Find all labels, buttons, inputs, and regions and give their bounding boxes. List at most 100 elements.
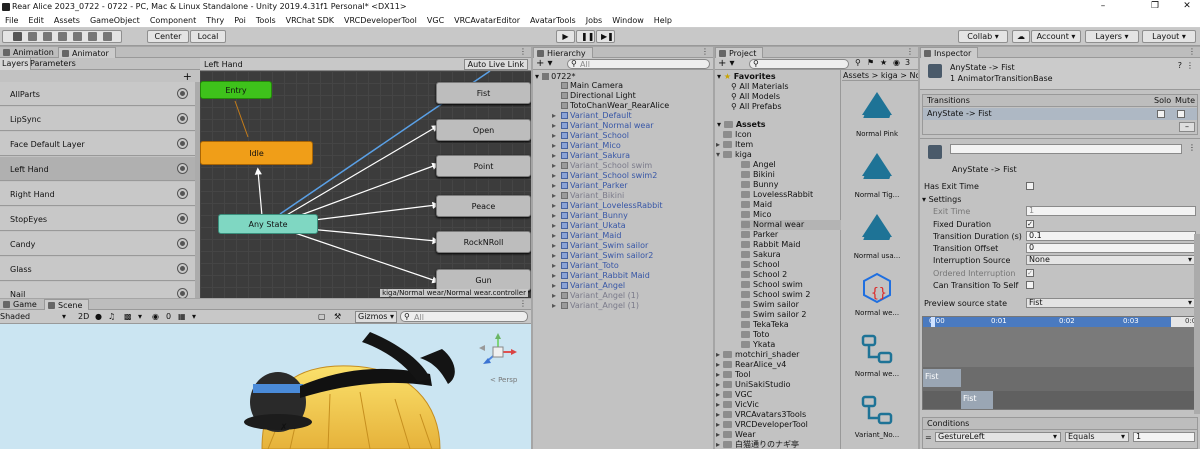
folder-item[interactable]: ▸ VRCAvatars3Tools [716,410,806,420]
hierarchy-item[interactable]: ▸ Variant_School swim2 [552,171,657,181]
expand-arrow-icon[interactable]: ▸ [552,201,556,211]
tab-hierarchy[interactable]: Hierarchy [533,47,593,58]
hand-tool-icon[interactable] [12,32,22,41]
transform-tool-icon[interactable] [87,32,97,41]
hierarchy-item[interactable]: ▸ Variant_School swim [552,161,652,171]
condition-value-field[interactable]: 1 [1133,432,1195,442]
close-icon[interactable]: ✕ [1180,1,1194,11]
folder-item[interactable]: ▸ Wear [716,430,756,440]
expand-arrow-icon[interactable]: ▸ [552,251,556,261]
breadcrumb-assets[interactable]: Assets [843,71,869,80]
menu-item[interactable]: Assets [49,14,85,28]
hierarchy-item[interactable]: ▸ Variant_Angel (1) [552,291,639,301]
tab-animation[interactable]: Animation [0,47,60,58]
menu-item[interactable]: VRCDeveloperTool [339,14,422,28]
source-clip[interactable]: Fist [923,369,961,387]
fixed-duration-checkbox[interactable]: ✓ [1026,220,1034,228]
expand-arrow-icon[interactable]: ▸ [552,151,556,161]
folder-item[interactable]: Angel [741,160,776,170]
folder-item[interactable]: Mico [741,210,771,220]
transition-row[interactable]: AnyState -> Fist [923,108,1197,120]
hierarchy-item[interactable]: ▸ Variant_Maid [552,231,621,241]
gear-icon[interactable] [178,214,187,223]
menu-item[interactable]: Window [607,14,649,28]
pause-button[interactable]: ❚❚ [576,30,595,43]
expand-arrow-icon[interactable]: ▸ [552,171,556,181]
menu-item[interactable]: Jobs [581,14,608,28]
filter-type-icon[interactable]: ⚲ [855,58,861,67]
settings-foldout[interactable]: ▾ Settings [922,195,961,204]
hierarchy-item[interactable]: ▸ Variant_Ukata [552,221,626,231]
hierarchy-item[interactable]: ▸ Variant_Default [552,111,632,121]
folder-item[interactable]: School 2 [741,270,787,280]
has-exit-time-checkbox[interactable] [1026,182,1034,190]
state-open[interactable]: Open [436,119,531,141]
folder-item[interactable]: Parker [741,230,778,240]
menu-item[interactable]: Help [649,14,677,28]
entry-idle-transition[interactable] [234,100,249,138]
folder-item[interactable]: Bikini [741,170,775,180]
project-menu-icon[interactable]: ⋮ [906,47,914,56]
expand-arrow-icon[interactable]: ▸ [552,261,556,271]
exit-time-field[interactable]: 1 [1026,206,1196,216]
gear-icon[interactable] [178,114,187,123]
solo-checkbox[interactable] [1157,110,1165,118]
folder-item[interactable]: Sakura [741,250,781,260]
hierarchy-search[interactable]: ⚲ All [567,59,710,69]
state-rocknroll[interactable]: RockNRoll [436,231,531,253]
folder-item[interactable]: TekaTeka [741,320,789,330]
expand-arrow-icon[interactable]: ▸ [552,271,556,281]
expand-arrow-icon[interactable]: ▸ [552,291,556,301]
graph-breadcrumb[interactable]: Left Hand [204,60,243,69]
asset-tile[interactable]: {} Normal we... [845,271,909,317]
menu-item[interactable]: AvatarTools [525,14,581,28]
scene-gizmo[interactable] [478,332,518,372]
menu-item[interactable]: Tools [251,14,281,28]
layer-row[interactable]: Glass [0,257,196,281]
menu-item[interactable]: VRCAvatarEditor [449,14,525,28]
expand-arrow-icon[interactable]: ▸ [552,161,556,171]
folder-item[interactable]: ▸ VGC [716,390,752,400]
hierarchy-item[interactable]: ▸ Variant_Angel [552,281,625,291]
hierarchy-item[interactable]: TotoChanWear_RearAlice [561,101,669,111]
expand-arrow-icon[interactable]: ▸ [552,141,556,151]
hierarchy-item[interactable]: Directional Light [561,91,636,101]
move-tool-icon[interactable] [27,32,37,41]
layer-row[interactable]: Face Default Layer [0,132,196,156]
asset-tile[interactable]: Normal Pink [845,88,909,138]
mute-checkbox[interactable] [1177,110,1185,118]
asset-tile[interactable]: Normal usa... [845,210,909,260]
layer-row[interactable]: LipSync [0,107,196,131]
persp-label[interactable]: < Persp [490,376,517,384]
folder-item[interactable]: Icon [723,130,752,140]
state-entry[interactable]: Entry [200,81,272,99]
transition-offset-field[interactable]: 0 [1026,243,1196,253]
light-toggle-icon[interactable]: ● [95,312,102,321]
menu-item[interactable]: Component [145,14,201,28]
transition-name-field[interactable] [950,144,1182,154]
folder-item[interactable]: Bunny [741,180,778,190]
folder-item[interactable]: ▸ Item [716,140,753,150]
menu-item[interactable]: Poi [229,14,251,28]
tab-inspector[interactable]: Inspector [920,47,979,58]
expand-arrow-icon[interactable]: ▸ [716,140,720,150]
menu-item[interactable]: VGC [422,14,449,28]
expand-arrow-icon[interactable]: ▸ [716,380,720,390]
expand-arrow-icon[interactable]: ▸ [552,221,556,231]
shading-arrow-icon[interactable]: ▾ [62,312,66,321]
scale-tool-icon[interactable] [57,32,67,41]
hierarchy-item[interactable]: ▸ Variant_Bikini [552,191,624,201]
expand-arrow-icon[interactable]: ▸ [552,111,556,121]
folder-item[interactable]: School swim 2 [741,290,810,300]
folder-item[interactable]: Rabbit Maid [741,240,800,250]
expand-arrow-icon[interactable]: ▸ [552,181,556,191]
state-gun[interactable]: Gun [436,269,531,291]
play-button[interactable]: ▶ [556,30,575,43]
expand-arrow-icon[interactable]: ▸ [552,211,556,221]
folder-item[interactable]: Ykata [741,340,775,350]
tab-scene[interactable]: Scene [44,299,90,310]
expand-arrow-icon[interactable]: ▸ [716,440,720,449]
folder-item[interactable]: Swim sailor 2 [741,310,807,320]
folder-item[interactable]: Normal wear [741,220,841,230]
state-any-state[interactable]: Any State [218,214,318,234]
